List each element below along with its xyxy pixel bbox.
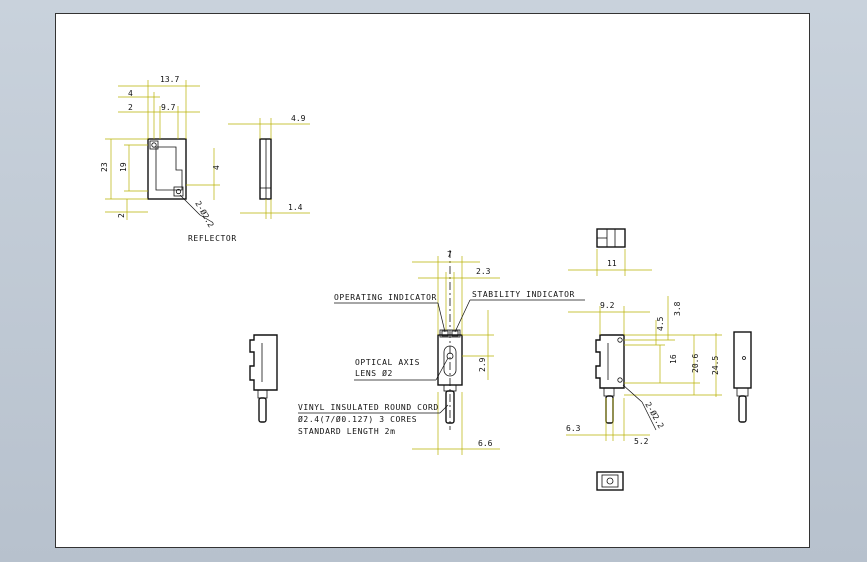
svg-text:2-Ø2.2: 2-Ø2.2: [193, 199, 216, 229]
cad-drawing: 13.7 4 2 9.7 23 19 4 2 2-Ø2.2 REFLECTOR …: [100, 75, 752, 491]
svg-text:13.7: 13.7: [160, 75, 179, 84]
svg-text:24.5: 24.5: [711, 356, 720, 375]
svg-text:OPERATING INDICATOR: OPERATING INDICATOR: [334, 293, 437, 302]
svg-text:4.9: 4.9: [291, 114, 306, 123]
svg-text:11: 11: [607, 259, 617, 268]
svg-text:2: 2: [128, 103, 133, 112]
sensor-left-view: [249, 334, 278, 423]
sensor-top-dimensions: 11: [568, 249, 652, 276]
reflector-side-dimensions: 4.9 1.4: [228, 114, 310, 219]
sensor-top-view: [596, 228, 626, 248]
sensor-side-view: [595, 334, 625, 424]
sensor-front-leaders: OPERATING INDICATOR STABILITY INDICATOR …: [298, 290, 585, 436]
svg-text:2-Ø2.2: 2-Ø2.2: [643, 400, 666, 430]
svg-text:6.6: 6.6: [478, 439, 493, 448]
svg-text:STANDARD LENGTH 2m: STANDARD LENGTH 2m: [298, 427, 396, 436]
svg-text:Ø2.4(7/Ø0.127) 3 CORES: Ø2.4(7/Ø0.127) 3 CORES: [298, 414, 417, 424]
svg-text:4: 4: [212, 165, 221, 170]
svg-text:9.2: 9.2: [600, 301, 615, 310]
reflector-side-view: [259, 138, 272, 200]
svg-text:REFLECTOR: REFLECTOR: [188, 234, 237, 243]
svg-text:VINYL INSULATED ROUND CORD: VINYL INSULATED ROUND CORD: [298, 403, 439, 412]
svg-text:LENS Ø2: LENS Ø2: [355, 368, 393, 378]
reflector-front-view: [147, 138, 187, 200]
sensor-end-view: [733, 331, 752, 423]
svg-text:7: 7: [447, 250, 452, 259]
svg-text:2.3: 2.3: [476, 267, 491, 276]
svg-text:20.6: 20.6: [691, 354, 700, 373]
svg-text:4: 4: [128, 89, 133, 98]
sensor-side-dimensions: 9.2 3.8 4.5 16 20.6 24.5 2-Ø2.2 6.3 5.2: [566, 296, 722, 446]
svg-text:9.7: 9.7: [161, 103, 176, 112]
svg-text:6.3: 6.3: [566, 424, 581, 433]
svg-text:2.9: 2.9: [478, 357, 487, 372]
reflector-labels: 13.7 4 2 9.7 23 19 4 2 2-Ø2.2 REFLECTOR: [100, 75, 237, 243]
svg-text:STABILITY INDICATOR: STABILITY INDICATOR: [472, 290, 575, 299]
sensor-bottom-view: [596, 471, 624, 491]
svg-text:5.2: 5.2: [634, 437, 649, 446]
svg-text:OPTICAL AXIS: OPTICAL AXIS: [355, 358, 420, 367]
svg-text:3.8: 3.8: [673, 301, 682, 316]
svg-text:23: 23: [100, 162, 109, 172]
sensor-front-view: [437, 250, 463, 430]
svg-text:19: 19: [119, 162, 128, 172]
svg-text:1.4: 1.4: [288, 203, 303, 212]
svg-text:2: 2: [117, 213, 126, 218]
svg-text:16: 16: [669, 354, 678, 364]
svg-text:4.5: 4.5: [656, 316, 665, 331]
